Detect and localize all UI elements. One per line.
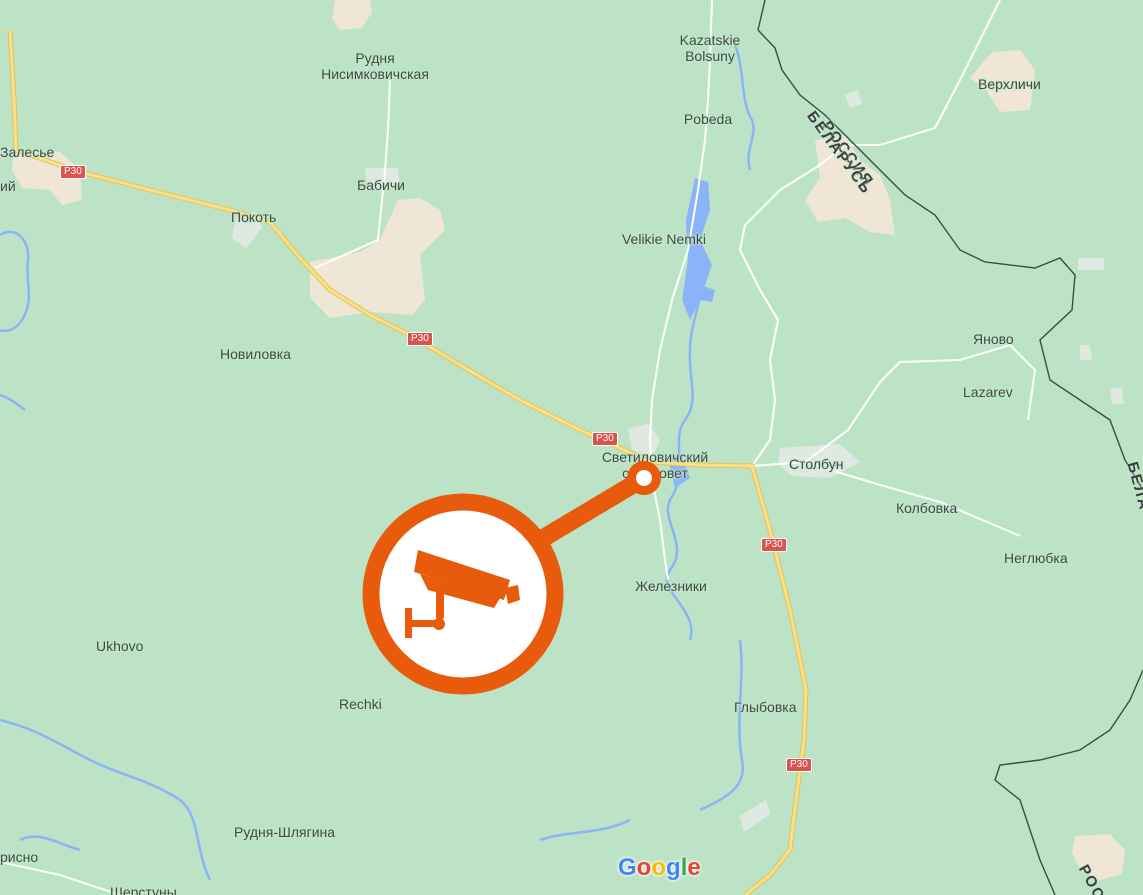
- logo-letter: e: [687, 854, 701, 881]
- map-view[interactable]: Р30 Р30 Р30 Р30 Р30 Рудня Нисимковичская…: [0, 0, 1143, 895]
- logo-letter: g: [666, 854, 681, 881]
- camera-marker[interactable]: [0, 0, 1143, 895]
- logo-letter: o: [651, 854, 667, 881]
- logo-letter: o: [636, 854, 652, 881]
- logo-letter: G: [618, 854, 637, 881]
- google-logo: Google: [618, 854, 701, 882]
